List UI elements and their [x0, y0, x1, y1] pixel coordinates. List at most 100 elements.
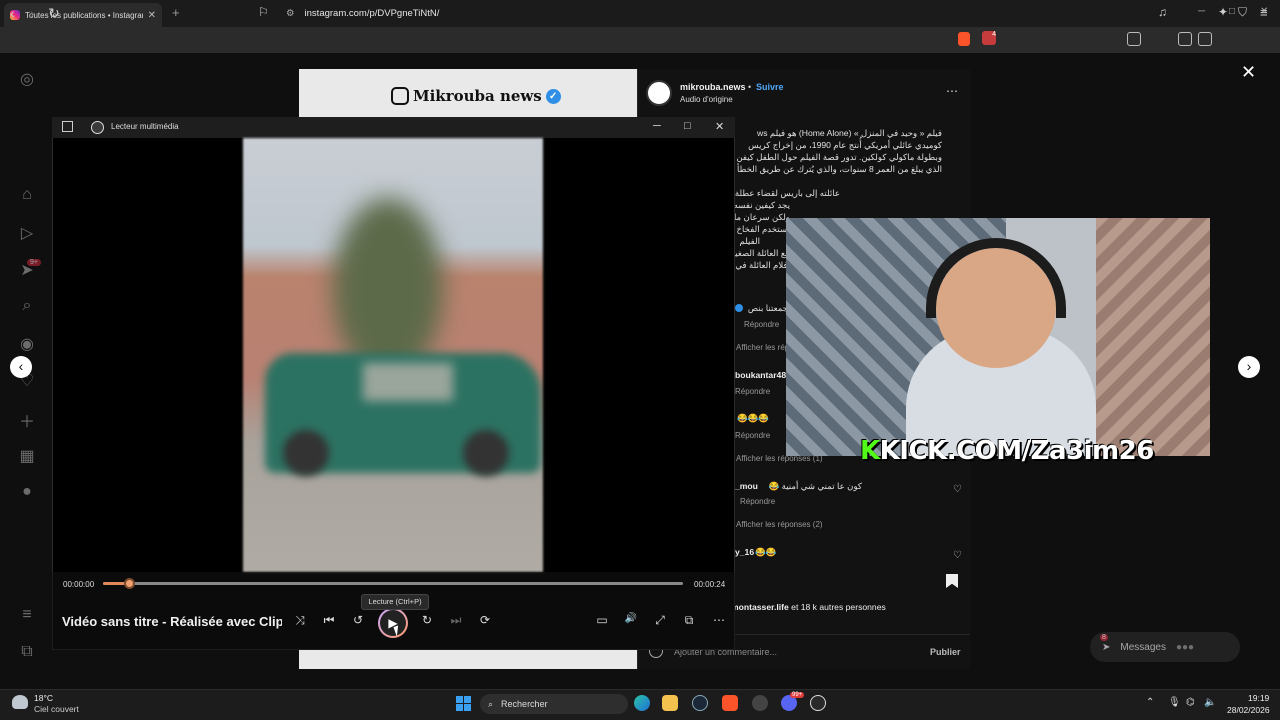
home-icon[interactable]: ⌂: [18, 186, 36, 204]
player-home-icon[interactable]: [62, 121, 73, 132]
volume-icon[interactable]: 🔊: [623, 613, 639, 624]
search-icon: ⌕: [488, 698, 494, 709]
edge-icon[interactable]: [634, 695, 650, 711]
video-van-window: [363, 363, 453, 401]
likes-user[interactable]: montasser.life: [731, 602, 789, 612]
speaker-icon[interactable]: 🔈: [1204, 697, 1216, 708]
site-info-icon[interactable]: ⚙: [286, 8, 295, 19]
view-replies-button[interactable]: Afficher les réponses (2): [736, 520, 823, 529]
dashboard-icon[interactable]: ▦: [18, 446, 36, 465]
author-avatar[interactable]: [646, 80, 672, 106]
steam-icon[interactable]: [692, 695, 708, 711]
audio-label[interactable]: Audio d'origine: [680, 95, 733, 104]
seek-thumb[interactable]: [124, 578, 135, 589]
reply-button[interactable]: Répondre: [740, 497, 775, 506]
caption-line: أفلام العائلة في: [735, 260, 790, 270]
explore-icon[interactable]: ◉: [18, 334, 36, 353]
shuffle-icon[interactable]: ⤨: [292, 613, 308, 628]
like-comment-icon[interactable]: ♡: [953, 484, 962, 495]
messages-button[interactable]: ➤ Messages ●●●: [1090, 632, 1240, 662]
browser-navbar: [0, 27, 1280, 53]
play-button[interactable]: ▶: [378, 608, 408, 638]
comment-username[interactable]: _mou: [735, 481, 758, 491]
previous-track-icon[interactable]: ⏮: [321, 613, 337, 628]
new-tab-button[interactable]: +: [172, 5, 180, 20]
reply-button[interactable]: Répondre: [735, 387, 770, 396]
forward-icon[interactable]: ›: [30, 5, 35, 21]
wallet-icon[interactable]: [1198, 32, 1212, 46]
clock-time[interactable]: 19:19: [1248, 693, 1269, 703]
previous-post-icon[interactable]: ‹: [10, 356, 32, 378]
create-icon[interactable]: ＋: [18, 408, 36, 431]
close-post-icon[interactable]: ✕: [1241, 62, 1256, 83]
brave-rewards-icon[interactable]: 4: [982, 31, 996, 45]
reply-button[interactable]: Répondre: [744, 320, 779, 329]
subtitles-icon[interactable]: ▭: [594, 613, 610, 627]
file-explorer-icon[interactable]: [662, 695, 678, 711]
player-minimize-button[interactable]: ─: [653, 120, 661, 132]
miniplayer-icon[interactable]: ⧉: [681, 613, 697, 628]
window-minimize-button[interactable]: ─: [1198, 6, 1205, 17]
weather-temperature[interactable]: 18°C: [34, 693, 53, 703]
brave-shield-icon[interactable]: [958, 32, 970, 46]
screenshot-icon[interactable]: [1127, 32, 1141, 46]
media-player-taskbar-icon[interactable]: [810, 695, 826, 711]
comment-text: كون عا تمني شي أمنية 😂: [768, 481, 863, 491]
sidebar-toggle-icon[interactable]: [1178, 32, 1192, 46]
video-frame[interactable]: [243, 138, 543, 572]
menu-icon[interactable]: ≡: [1260, 5, 1268, 20]
browser-tab[interactable]: Toutes les publications • Instagram ✕: [4, 3, 162, 27]
profile-icon[interactable]: ●: [18, 483, 36, 501]
skip-back-icon[interactable]: ↺: [350, 613, 366, 627]
fullscreen-icon[interactable]: ⤢: [652, 613, 668, 628]
video-wheel: [283, 430, 329, 476]
weather-description[interactable]: Ciel couvert: [34, 704, 79, 714]
search-label: Rechercher: [501, 699, 548, 709]
start-button[interactable]: [456, 696, 471, 711]
like-comment-icon[interactable]: ♡: [953, 550, 962, 561]
reply-button[interactable]: Répondre: [735, 431, 770, 440]
also-from-meta-icon[interactable]: ⧉: [18, 643, 36, 661]
brave-icon[interactable]: [722, 695, 738, 711]
leo-ai-icon[interactable]: ✦: [1218, 5, 1228, 19]
more-options-icon[interactable]: ⋯: [711, 613, 727, 627]
clock-date[interactable]: 28/02/2026: [1227, 705, 1270, 715]
player-close-button[interactable]: ✕: [715, 120, 724, 133]
post-options-icon[interactable]: ⋯: [946, 84, 958, 98]
repeat-icon[interactable]: ⟳: [477, 613, 493, 627]
next-track-icon[interactable]: ⏭: [448, 613, 464, 628]
network-icon[interactable]: ⌬: [1186, 697, 1195, 708]
more-menu-icon[interactable]: ≡: [18, 606, 36, 624]
reels-icon[interactable]: ▷: [18, 223, 36, 242]
webcam-overlay: [786, 218, 1210, 456]
taskbar-search[interactable]: ⌕ Rechercher: [480, 694, 628, 714]
obs-icon[interactable]: [752, 695, 768, 711]
seek-progress: [103, 582, 127, 585]
instagram-logo-icon[interactable]: ◎: [18, 69, 36, 88]
bookmark-page-icon[interactable]: ⚐: [258, 5, 269, 19]
post-brand: Mikrouba news ✓: [391, 87, 561, 105]
comment-username[interactable]: y_16: [735, 547, 754, 557]
vpn-icon[interactable]: ⛉: [1238, 5, 1247, 20]
music-icon[interactable]: ♫: [1158, 5, 1167, 19]
show-hidden-icons[interactable]: ⌃: [1146, 697, 1154, 708]
reload-icon[interactable]: ↻: [48, 5, 60, 22]
skip-forward-icon[interactable]: ↻: [419, 613, 435, 627]
likes-summary[interactable]: montasser.life et 18 k autres personnes: [731, 602, 886, 612]
address-bar[interactable]: ⚙ instagram.com/p/DVPgneTiNtN/: [280, 3, 970, 23]
publish-button[interactable]: Publier: [930, 647, 961, 657]
player-maximize-button[interactable]: □: [684, 120, 691, 132]
microphone-icon[interactable]: 🎙: [1168, 697, 1181, 708]
back-icon[interactable]: ‹: [10, 5, 15, 21]
follow-button[interactable]: Suivre: [756, 82, 784, 92]
tab-close-icon[interactable]: ✕: [148, 10, 156, 21]
window-maximize-button[interactable]: □: [1229, 6, 1235, 17]
author-name[interactable]: mikrouba.news: [680, 82, 746, 92]
comment-username[interactable]: boukantar48: [735, 370, 786, 380]
messages-label: Messages: [1120, 641, 1166, 653]
kick-url: KICK.COM/Za3im26: [879, 436, 1155, 466]
next-post-icon[interactable]: ›: [1238, 356, 1260, 378]
seek-bar[interactable]: [103, 582, 683, 585]
search-icon[interactable]: ⌕: [18, 297, 36, 315]
weather-icon[interactable]: [12, 695, 28, 709]
